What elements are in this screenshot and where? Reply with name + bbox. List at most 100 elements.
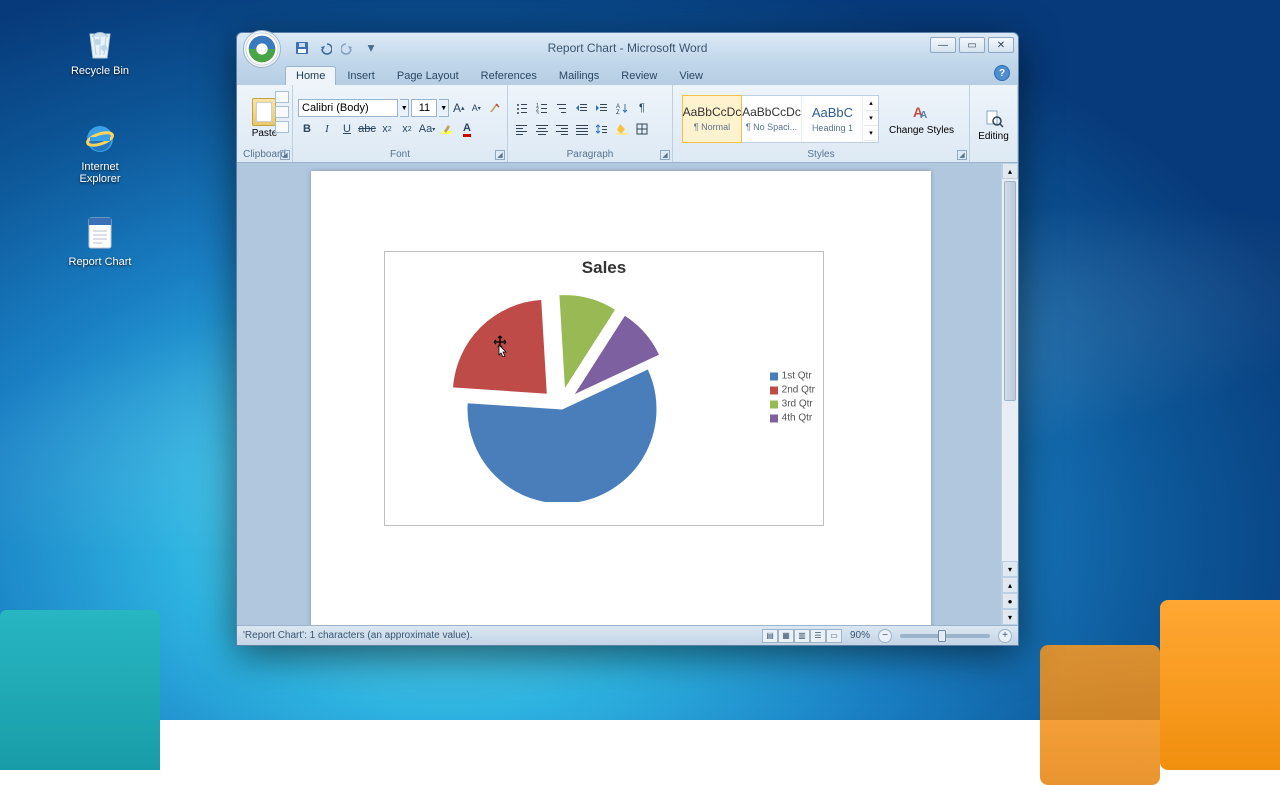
legend-swatch	[770, 400, 778, 408]
multilevel-list-button[interactable]	[553, 99, 571, 117]
font-color-button[interactable]: A	[458, 120, 476, 138]
ribbon-tabs: HomeInsertPage LayoutReferencesMailingsR…	[237, 63, 1018, 85]
zoom-out-button[interactable]: −	[878, 629, 892, 643]
view-buttons: ▤ ▦ ▥ ☰ ▭	[762, 629, 842, 643]
legend-label: 2nd Qtr	[782, 385, 815, 396]
office-button[interactable]	[243, 30, 281, 68]
font-size-combo[interactable]	[411, 99, 437, 117]
prev-page-button[interactable]: ▴	[1002, 577, 1018, 593]
strikethrough-button[interactable]: abc	[358, 120, 376, 138]
tab-page-layout[interactable]: Page Layout	[386, 66, 470, 85]
legend-swatch	[770, 372, 778, 380]
change-case-button[interactable]: Aa▾	[418, 120, 436, 138]
copy-button[interactable]	[275, 106, 289, 118]
tab-home[interactable]: Home	[285, 66, 336, 85]
redo-button[interactable]	[339, 39, 357, 57]
styles-gallery: AaBbCcDc ¶ Normal AaBbCcDc ¶ No Spaci...…	[682, 95, 879, 143]
justify-button[interactable]	[573, 120, 591, 138]
document-area: Sales 1st Qtr2nd Qtr3rd Qtr4th Qtr ▴ ▾ ▴…	[237, 163, 1018, 625]
desktop-icon-report-chart[interactable]: Report Chart	[60, 213, 140, 268]
tab-view[interactable]: View	[668, 66, 714, 85]
style-no-spacing[interactable]: AaBbCcDc ¶ No Spaci...	[742, 96, 802, 142]
dialog-launcher[interactable]: ◢	[495, 150, 505, 160]
superscript-button[interactable]: x2	[398, 120, 416, 138]
browse-object-button[interactable]: ●	[1002, 593, 1018, 609]
status-bar: 'Report Chart': 1 characters (an approxi…	[237, 625, 1018, 645]
sort-button[interactable]: AZ	[613, 99, 631, 117]
scroll-thumb[interactable]	[1004, 181, 1016, 401]
gallery-down[interactable]: ▾	[864, 111, 878, 126]
close-button[interactable]: ✕	[988, 37, 1014, 53]
gallery-more[interactable]: ▾	[864, 126, 878, 141]
bold-button[interactable]: B	[298, 120, 316, 138]
chevron-down-icon[interactable]: ▼	[400, 99, 409, 117]
zoom-slider[interactable]	[900, 634, 990, 638]
tab-insert[interactable]: Insert	[336, 66, 386, 85]
cut-button[interactable]	[275, 91, 289, 103]
minimize-button[interactable]: —	[930, 37, 956, 53]
clear-formatting-button[interactable]	[486, 99, 502, 117]
tab-mailings[interactable]: Mailings	[548, 66, 610, 85]
shading-button[interactable]	[613, 120, 631, 138]
align-center-button[interactable]	[533, 120, 551, 138]
align-left-button[interactable]	[513, 120, 531, 138]
style-normal[interactable]: AaBbCcDc ¶ Normal	[682, 95, 742, 143]
desktop-icon-recycle-bin[interactable]: Recycle Bin	[60, 22, 140, 77]
font-name-combo[interactable]	[298, 99, 398, 117]
undo-button[interactable]	[316, 39, 334, 57]
legend-swatch	[770, 386, 778, 394]
next-page-button[interactable]: ▾	[1002, 609, 1018, 625]
page[interactable]: Sales 1st Qtr2nd Qtr3rd Qtr4th Qtr	[311, 171, 931, 625]
bullets-button[interactable]	[513, 99, 531, 117]
qat-customize[interactable]: ▾	[362, 39, 380, 57]
group-paragraph: 123 AZ ¶ Paragraph ◢	[508, 85, 673, 162]
tab-references[interactable]: References	[470, 66, 548, 85]
line-spacing-button[interactable]	[593, 120, 611, 138]
underline-button[interactable]: U	[338, 120, 356, 138]
format-painter-button[interactable]	[275, 121, 289, 133]
chevron-down-icon[interactable]: ▼	[439, 99, 448, 117]
desktop-icon-internet-explorer[interactable]: Internet Explorer	[60, 118, 140, 185]
highlight-button[interactable]	[438, 120, 456, 138]
italic-button[interactable]: I	[318, 120, 336, 138]
editing-button[interactable]: Editing	[975, 88, 1012, 161]
tab-review[interactable]: Review	[610, 66, 668, 85]
scroll-up-button[interactable]: ▴	[1002, 163, 1018, 179]
zoom-in-button[interactable]: +	[998, 629, 1012, 643]
full-screen-view[interactable]: ▦	[778, 629, 794, 643]
borders-button[interactable]	[633, 120, 651, 138]
group-editing: Editing	[970, 85, 1018, 162]
dialog-launcher[interactable]: ◢	[280, 150, 290, 160]
dialog-launcher[interactable]: ◢	[957, 150, 967, 160]
increase-indent-button[interactable]	[593, 99, 611, 117]
zoom-level[interactable]: 90%	[850, 630, 870, 641]
legend-item: 2nd Qtr	[770, 385, 815, 396]
legend-item: 4th Qtr	[770, 413, 815, 424]
dialog-launcher[interactable]: ◢	[660, 150, 670, 160]
change-styles-button[interactable]: AA Change Styles	[883, 99, 960, 139]
gallery-up[interactable]: ▴	[864, 96, 878, 111]
help-button[interactable]: ?	[994, 65, 1010, 81]
style-heading-1[interactable]: AaBbC Heading 1	[803, 96, 863, 142]
chart-object[interactable]: Sales 1st Qtr2nd Qtr3rd Qtr4th Qtr	[384, 251, 824, 526]
scroll-down-button[interactable]: ▾	[1002, 561, 1018, 577]
subscript-button[interactable]: x2	[378, 120, 396, 138]
decrease-indent-button[interactable]	[573, 99, 591, 117]
show-marks-button[interactable]: ¶	[633, 99, 651, 117]
print-layout-view[interactable]: ▤	[762, 629, 778, 643]
svg-text:Z: Z	[616, 110, 620, 114]
web-layout-view[interactable]: ▥	[794, 629, 810, 643]
save-button[interactable]	[293, 39, 311, 57]
align-right-button[interactable]	[553, 120, 571, 138]
draft-view[interactable]: ▭	[826, 629, 842, 643]
outline-view[interactable]: ☰	[810, 629, 826, 643]
zoom-thumb[interactable]	[938, 630, 946, 642]
maximize-button[interactable]: ▭	[959, 37, 985, 53]
grow-font-button[interactable]: A▴	[451, 99, 467, 117]
vertical-scrollbar[interactable]: ▴ ▾ ▴ ● ▾	[1001, 163, 1018, 625]
numbering-button[interactable]: 123	[533, 99, 551, 117]
paste-icon	[252, 98, 276, 126]
shrink-font-button[interactable]: A▾	[468, 99, 484, 117]
pie-slice-1[interactable]	[453, 299, 548, 394]
svg-text:A: A	[920, 110, 927, 121]
